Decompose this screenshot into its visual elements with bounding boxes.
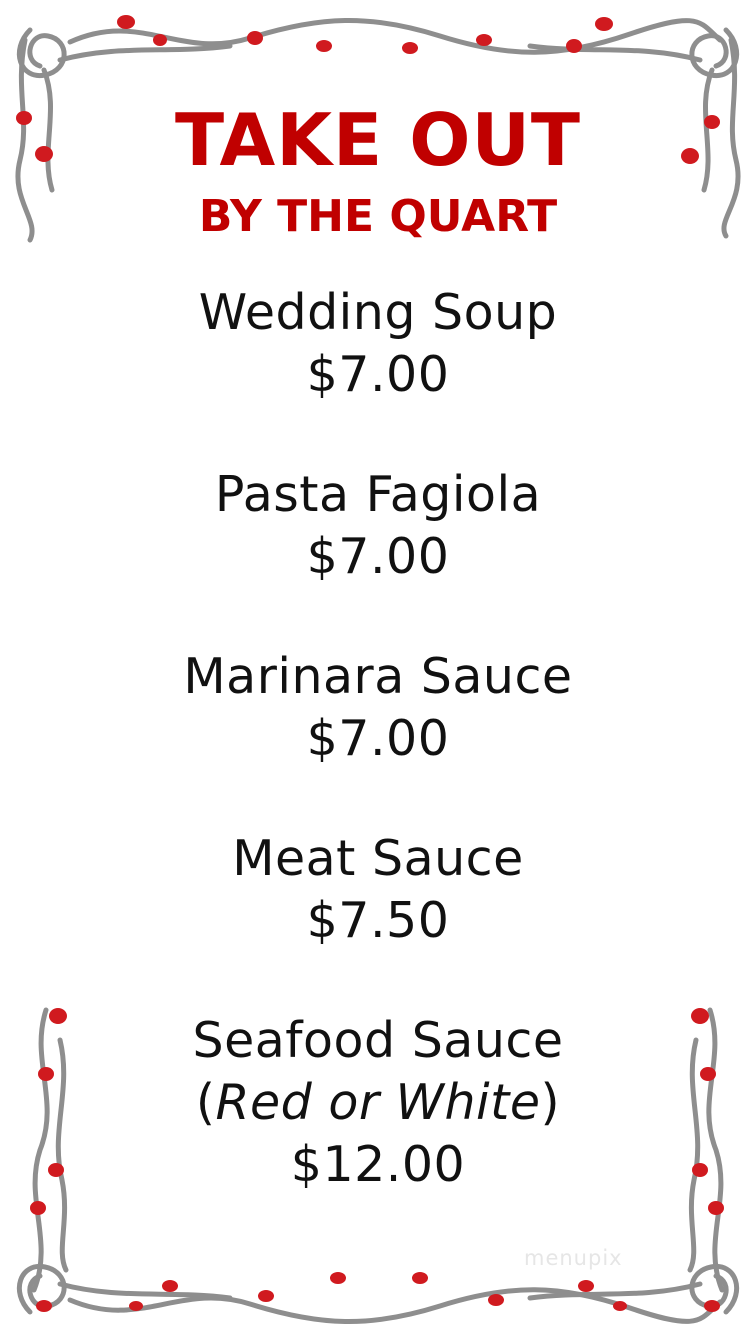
menu-item: Wedding Soup $7.00 [0,282,756,406]
item-price: $7.00 [306,710,450,767]
item-price: $7.00 [306,346,450,403]
menu-item: Meat Sauce $7.50 [0,828,756,952]
menu-list: Wedding Soup $7.00 Pasta Fagiola $7.00 M… [0,282,756,1254]
item-name: Pasta Fagiola [214,466,542,523]
menu-item: Pasta Fagiola $7.00 [0,464,756,588]
item-price: $12.00 [290,1136,466,1193]
item-name: Meat Sauce [232,830,524,887]
page-title: TAKE OUT [174,98,582,182]
item-name: Marinara Sauce [183,648,573,705]
item-price: $7.00 [306,528,450,585]
page-subtitle: BY THE QUART [198,191,558,242]
item-price: $7.50 [306,892,450,949]
item-note: (Red or White) [195,1074,561,1131]
item-note-text: Red or White [215,1074,541,1131]
menu-item: Marinara Sauce $7.00 [0,646,756,770]
item-name: Wedding Soup [198,284,558,341]
watermark: menupix [524,1246,623,1270]
item-name: Seafood Sauce [192,1012,564,1069]
menu-item: Seafood Sauce (Red or White) $12.00 [0,1010,756,1196]
